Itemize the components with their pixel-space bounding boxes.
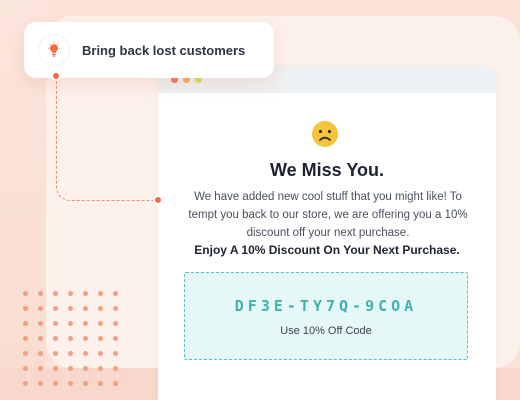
email-offer-text: Enjoy A 10% Discount On Your Next Purcha… xyxy=(194,243,460,257)
tooltip-label: Bring back lost customers xyxy=(82,42,246,58)
connector-line xyxy=(56,78,156,201)
email-preview-window: We Miss You. We have added new cool stuf… xyxy=(158,66,496,400)
coupon-code[interactable]: DF3E-TY7Q-9COA xyxy=(185,297,467,315)
sad-face-icon xyxy=(312,121,338,147)
email-headline: We Miss You. xyxy=(269,160,385,180)
coupon-caption: Use 10% Off Code xyxy=(280,325,372,337)
feature-tooltip-card: Bring back lost customers xyxy=(24,22,274,78)
coupon-box: DF3E-TY7Q-9COA Use 10% Off Code xyxy=(184,272,468,360)
dot-pattern-decoration xyxy=(18,286,128,386)
lightbulb-icon-badge xyxy=(38,34,70,66)
lightbulb-icon xyxy=(48,42,60,57)
connector-node-top xyxy=(51,71,61,81)
email-body-text: We have added new cool stuff that you mi… xyxy=(188,191,468,239)
connector-node-end xyxy=(153,195,163,205)
